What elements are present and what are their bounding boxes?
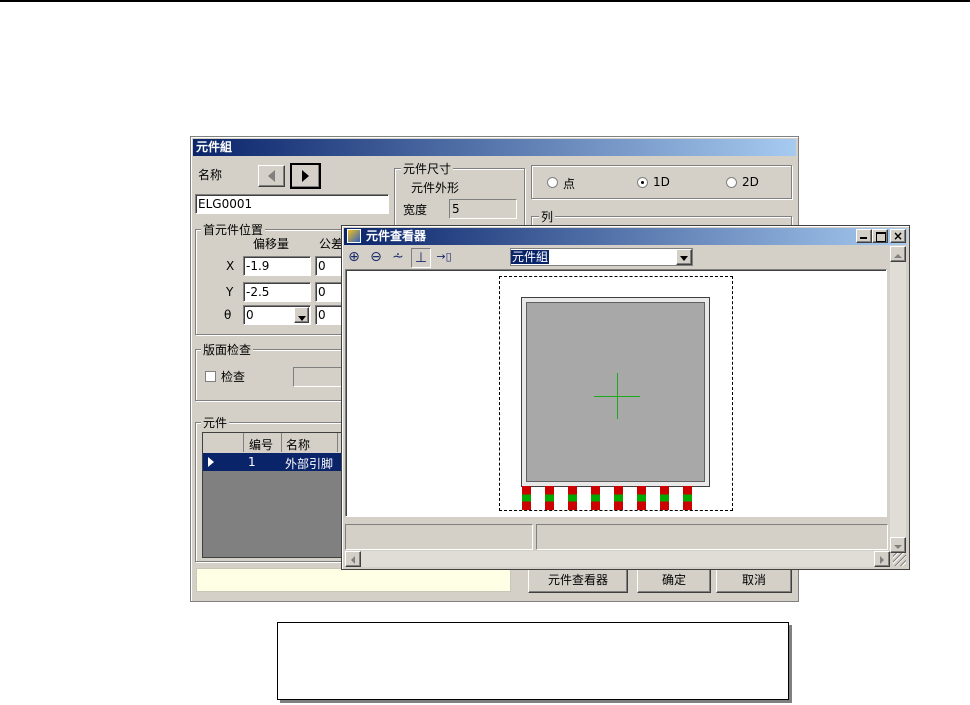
chevron-down-icon: [297, 316, 306, 321]
arrow-left-icon: [268, 170, 275, 182]
chevron-down-icon: [680, 256, 688, 261]
viewer-dropdown-value: 元件組: [511, 250, 550, 264]
radio-point-label: 点: [563, 177, 576, 191]
crosshair-vertical: [617, 373, 618, 419]
viewer-button[interactable]: 元件查看器: [528, 569, 628, 593]
vertical-scrollbar[interactable]: [890, 246, 906, 553]
status-field: [196, 568, 511, 592]
next-button[interactable]: [290, 163, 321, 189]
x-label: X: [226, 259, 235, 273]
pad: [614, 486, 623, 510]
chevron-right-icon: [880, 556, 884, 564]
maximize-icon: [876, 232, 886, 242]
top-rule: [0, 0, 970, 2]
minimize-icon: [860, 237, 867, 239]
filter-icon[interactable]: ⩪: [389, 248, 407, 266]
chevron-left-icon: [351, 556, 355, 564]
pad: [522, 486, 531, 510]
close-button[interactable]: ×: [890, 229, 906, 243]
pad-row: [522, 486, 712, 510]
radio-2d-label: 2D: [742, 175, 759, 189]
pad: [545, 486, 554, 510]
offset-header: 偏移量: [253, 237, 290, 251]
table-header: 编号 名称: [203, 433, 356, 453]
chevron-up-icon: [894, 254, 902, 258]
export-icon[interactable]: →▯: [435, 248, 453, 266]
theta-offset-select[interactable]: 0: [243, 305, 311, 325]
pad: [637, 486, 646, 510]
dialog-titlebar: 元件組: [193, 139, 796, 156]
pad: [568, 486, 577, 510]
chevron-down-icon: [894, 545, 902, 549]
board-check-checkbox[interactable]: [205, 371, 216, 382]
board-check-legend: 版面检查: [201, 341, 254, 358]
shape-label: 元件外形: [411, 181, 460, 195]
prev-button[interactable]: [258, 165, 285, 187]
width-label: 宽度: [403, 203, 428, 217]
viewer-dropdown[interactable]: 元件組: [510, 248, 693, 266]
radio-point[interactable]: [547, 177, 558, 188]
pad: [683, 486, 692, 510]
radio-1d[interactable]: [637, 177, 648, 188]
horizontal-scrollbar[interactable]: [345, 551, 890, 567]
size-group: [394, 168, 525, 228]
app-icon: [347, 229, 361, 243]
arrow-right-icon: [302, 170, 309, 182]
status-pane-right: [536, 524, 888, 550]
components-legend: 元件: [201, 414, 230, 431]
maximize-button[interactable]: [872, 229, 888, 243]
pad: [591, 486, 600, 510]
column-legend: 列: [539, 208, 556, 225]
table-row[interactable]: 1 外部引脚: [203, 453, 356, 471]
scroll-right-button[interactable]: [874, 551, 890, 567]
row-number: 1: [248, 455, 256, 469]
components-table[interactable]: 编号 名称 1 外部引脚: [202, 432, 357, 558]
header-number: 编号: [249, 438, 274, 452]
theta-label: θ: [224, 308, 232, 322]
tolerance-header: 公差: [319, 237, 344, 251]
name-field[interactable]: ELG0001: [195, 194, 389, 214]
zoom-out-icon[interactable]: ⊖: [367, 248, 385, 266]
theta-dropdown-button[interactable]: [294, 307, 309, 323]
component-body: [526, 302, 705, 482]
cancel-button[interactable]: 取消: [716, 569, 792, 593]
row-pointer-icon: [208, 457, 214, 467]
y-offset-field[interactable]: -2.5: [243, 282, 311, 302]
header-name: 名称: [286, 438, 311, 452]
radio-1d-label: 1D: [653, 175, 670, 189]
component-viewer-window: 元件查看器 × ⊕ ⊖ ⩪ ⊥ →▯ 元件組: [341, 225, 910, 570]
resize-grip-icon[interactable]: [893, 553, 906, 566]
radio-2d[interactable]: [726, 177, 737, 188]
viewer-titlebar: 元件查看器 ×: [344, 228, 907, 245]
scroll-left-button[interactable]: [345, 551, 361, 567]
viewer-title: 元件查看器: [366, 229, 427, 243]
name-label: 名称: [198, 168, 223, 182]
scroll-down-button[interactable]: [890, 537, 906, 553]
component-outline: [521, 297, 710, 487]
pad: [660, 486, 669, 510]
zoom-in-icon[interactable]: ⊕: [345, 248, 363, 266]
dialog-title: 元件組: [196, 140, 233, 154]
size-legend: 元件尺寸: [401, 160, 454, 177]
row-name: 外部引脚: [285, 457, 334, 471]
x-offset-field[interactable]: -1.9: [243, 256, 311, 276]
theta-offset-value: 0: [246, 308, 254, 322]
caption-box: [277, 622, 789, 700]
y-label: Y: [226, 285, 234, 299]
status-pane-left: [345, 524, 533, 550]
close-icon: ×: [892, 229, 904, 243]
board-check-label: 检查: [221, 370, 246, 384]
scroll-up-button[interactable]: [890, 246, 906, 262]
pin-icon[interactable]: ⊥: [411, 248, 431, 268]
viewer-toolbar: ⊕ ⊖ ⩪ ⊥ →▯: [345, 248, 453, 268]
minimize-button[interactable]: [856, 229, 872, 243]
viewer-canvas[interactable]: [345, 269, 887, 517]
width-field: 5: [449, 199, 517, 219]
viewer-dropdown-button[interactable]: [676, 249, 692, 265]
ok-button[interactable]: 确定: [637, 569, 711, 593]
